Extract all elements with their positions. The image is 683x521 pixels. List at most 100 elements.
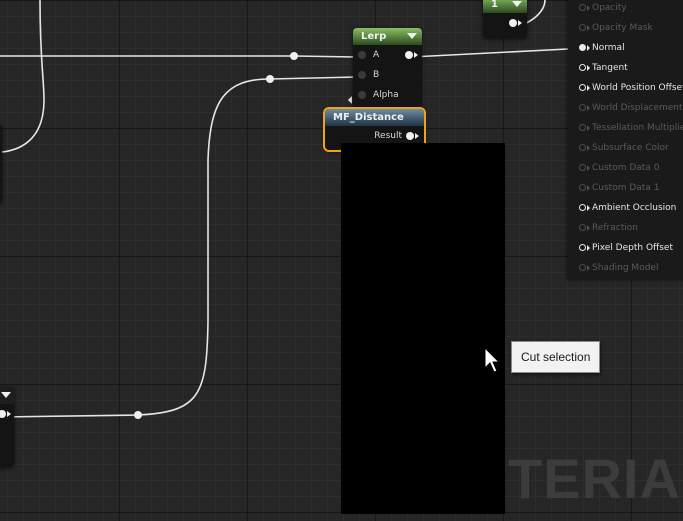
- result-pin-label: Custom Data 0: [592, 163, 660, 173]
- pin-arrow-icon: [587, 205, 590, 211]
- constant-node-header[interactable]: 1: [483, 0, 527, 13]
- result-pin-world-position-offset[interactable]: World Position Offset: [568, 78, 683, 98]
- input-pin-icon[interactable]: [579, 244, 586, 251]
- collapse-arrow-icon[interactable]: [512, 1, 522, 7]
- pin-arrow-icon: [587, 105, 590, 111]
- output-arrow-icon: [7, 411, 11, 417]
- pin-arrow-icon: [587, 5, 590, 11]
- result-pin-label: Normal: [592, 43, 625, 53]
- output-pin-icon[interactable]: [406, 132, 414, 140]
- result-pin-label: Opacity Mask: [592, 23, 653, 33]
- mf-distance-output-label: Result: [374, 131, 402, 141]
- constant-node-value: 1: [491, 0, 498, 10]
- output-arrow-icon: [414, 52, 418, 58]
- material-result-node[interactable]: Opacity Opacity Mask Normal Tangent World Po…: [568, 0, 683, 280]
- lerp-node-header[interactable]: Lerp: [353, 28, 422, 45]
- input-pin-icon: [579, 104, 586, 111]
- input-pin-icon[interactable]: [579, 64, 586, 71]
- input-pin-icon: [579, 264, 586, 271]
- offscreen-node-left-top[interactable]: [0, 125, 2, 203]
- lerp-pin-a[interactable]: A: [353, 45, 422, 65]
- result-pin-label: Ambient Occlusion: [592, 203, 677, 213]
- input-pin-icon[interactable]: [579, 204, 586, 211]
- wire-reroute-knot: [290, 52, 298, 60]
- pin-arrow-icon: [587, 25, 590, 31]
- output-arrow-icon: [518, 20, 522, 26]
- result-pin-tangent[interactable]: Tangent: [568, 58, 683, 78]
- output-pin-icon[interactable]: [405, 51, 413, 59]
- pin-arrow-icon: [587, 145, 590, 151]
- output-arrow-icon: [415, 133, 419, 139]
- lerp-node[interactable]: Lerp A B Alpha: [353, 28, 422, 108]
- preview-overlay: [341, 143, 505, 514]
- output-pin-icon[interactable]: [0, 410, 6, 418]
- input-pin-icon[interactable]: [358, 51, 366, 59]
- result-pin-subsurface-color: Subsurface Color: [568, 138, 683, 158]
- input-pin-icon: [579, 144, 586, 151]
- collapse-arrow-icon[interactable]: [1, 392, 11, 398]
- result-pin-opacity-mask: Opacity Mask: [568, 18, 683, 38]
- constant-node[interactable]: 1: [483, 0, 527, 38]
- wire-left-vertical: [1, 0, 45, 153]
- result-pin-label: Opacity: [592, 3, 627, 13]
- material-watermark: TERIAL: [508, 447, 683, 510]
- result-pin-label: Subsurface Color: [592, 143, 669, 153]
- input-pin-icon: [579, 184, 586, 191]
- input-pin-icon: [579, 124, 586, 131]
- input-pin-icon[interactable]: [358, 91, 366, 99]
- lerp-pin-b[interactable]: B: [353, 65, 422, 85]
- result-pin-label: World Position Offset: [592, 83, 683, 93]
- constant-output-row: [483, 13, 527, 33]
- wire-alpha-stub: [348, 96, 352, 104]
- lerp-pin-alpha[interactable]: Alpha: [353, 85, 422, 105]
- result-pin-label: World Displacement: [592, 103, 683, 113]
- pin-arrow-icon: [587, 165, 590, 171]
- pin-arrow-icon: [587, 85, 590, 91]
- pin-arrow-icon: [587, 65, 590, 71]
- result-pin-label: Tangent: [592, 63, 628, 73]
- mf-distance-node-header[interactable]: MF_Distance: [325, 109, 424, 126]
- result-pin-ambient-occlusion[interactable]: Ambient Occlusion: [568, 198, 683, 218]
- tooltip-text: Cut selection: [521, 350, 591, 364]
- result-pin-tessellation-multiplier: Tessellation Multiplier: [568, 118, 683, 138]
- lerp-node-title: Lerp: [361, 31, 387, 42]
- pin-arrow-icon: [587, 185, 590, 191]
- mf-distance-node-title: MF_Distance: [333, 112, 404, 123]
- input-pin-icon[interactable]: [579, 84, 586, 91]
- offscreen-node-header[interactable]: [0, 387, 14, 404]
- result-pin-label: Pixel Depth Offset: [592, 243, 673, 253]
- offscreen-node-left-bottom[interactable]: [0, 387, 14, 467]
- input-pin-icon: [579, 24, 586, 31]
- pin-arrow-icon: [587, 225, 590, 231]
- pin-arrow-icon: [587, 265, 590, 271]
- result-pin-label: Tessellation Multiplier: [592, 123, 683, 133]
- input-pin-icon: [579, 4, 586, 11]
- pin-arrow-icon: [587, 245, 590, 251]
- lerp-pin-b-label: B: [373, 70, 380, 80]
- input-pin-icon[interactable]: [358, 71, 366, 79]
- result-pin-label: Custom Data 1: [592, 183, 660, 193]
- collapse-arrow-icon[interactable]: [407, 33, 417, 39]
- result-pin-label: Shading Model: [592, 263, 659, 273]
- wire-to-normal: [0, 55, 358, 58]
- result-pin-shading-model: Shading Model: [568, 258, 683, 278]
- input-pin-icon[interactable]: [579, 44, 586, 51]
- lerp-pin-a-label: A: [373, 50, 380, 60]
- lerp-pin-alpha-label: Alpha: [373, 90, 399, 100]
- cut-selection-tooltip[interactable]: Cut selection: [511, 341, 601, 373]
- result-pin-refraction: Refraction: [568, 218, 683, 238]
- result-pin-world-displacement: World Displacement: [568, 98, 683, 118]
- output-pin-icon[interactable]: [509, 19, 517, 27]
- pin-arrow-icon: [587, 45, 590, 51]
- wire-reroute-knot: [134, 411, 142, 419]
- result-pin-normal[interactable]: Normal: [568, 38, 683, 58]
- arrow-cursor-icon: [484, 347, 500, 373]
- wire-to-lerp-b: [0, 76, 358, 418]
- pin-arrow-icon: [587, 125, 590, 131]
- wire-reroute-knot: [266, 75, 274, 83]
- result-pin-pixel-depth-offset[interactable]: Pixel Depth Offset: [568, 238, 683, 258]
- result-pin-custom-data-0: Custom Data 0: [568, 158, 683, 178]
- wire-lerp-to-normal: [410, 48, 569, 58]
- input-pin-icon: [579, 164, 586, 171]
- result-pin-custom-data-1: Custom Data 1: [568, 178, 683, 198]
